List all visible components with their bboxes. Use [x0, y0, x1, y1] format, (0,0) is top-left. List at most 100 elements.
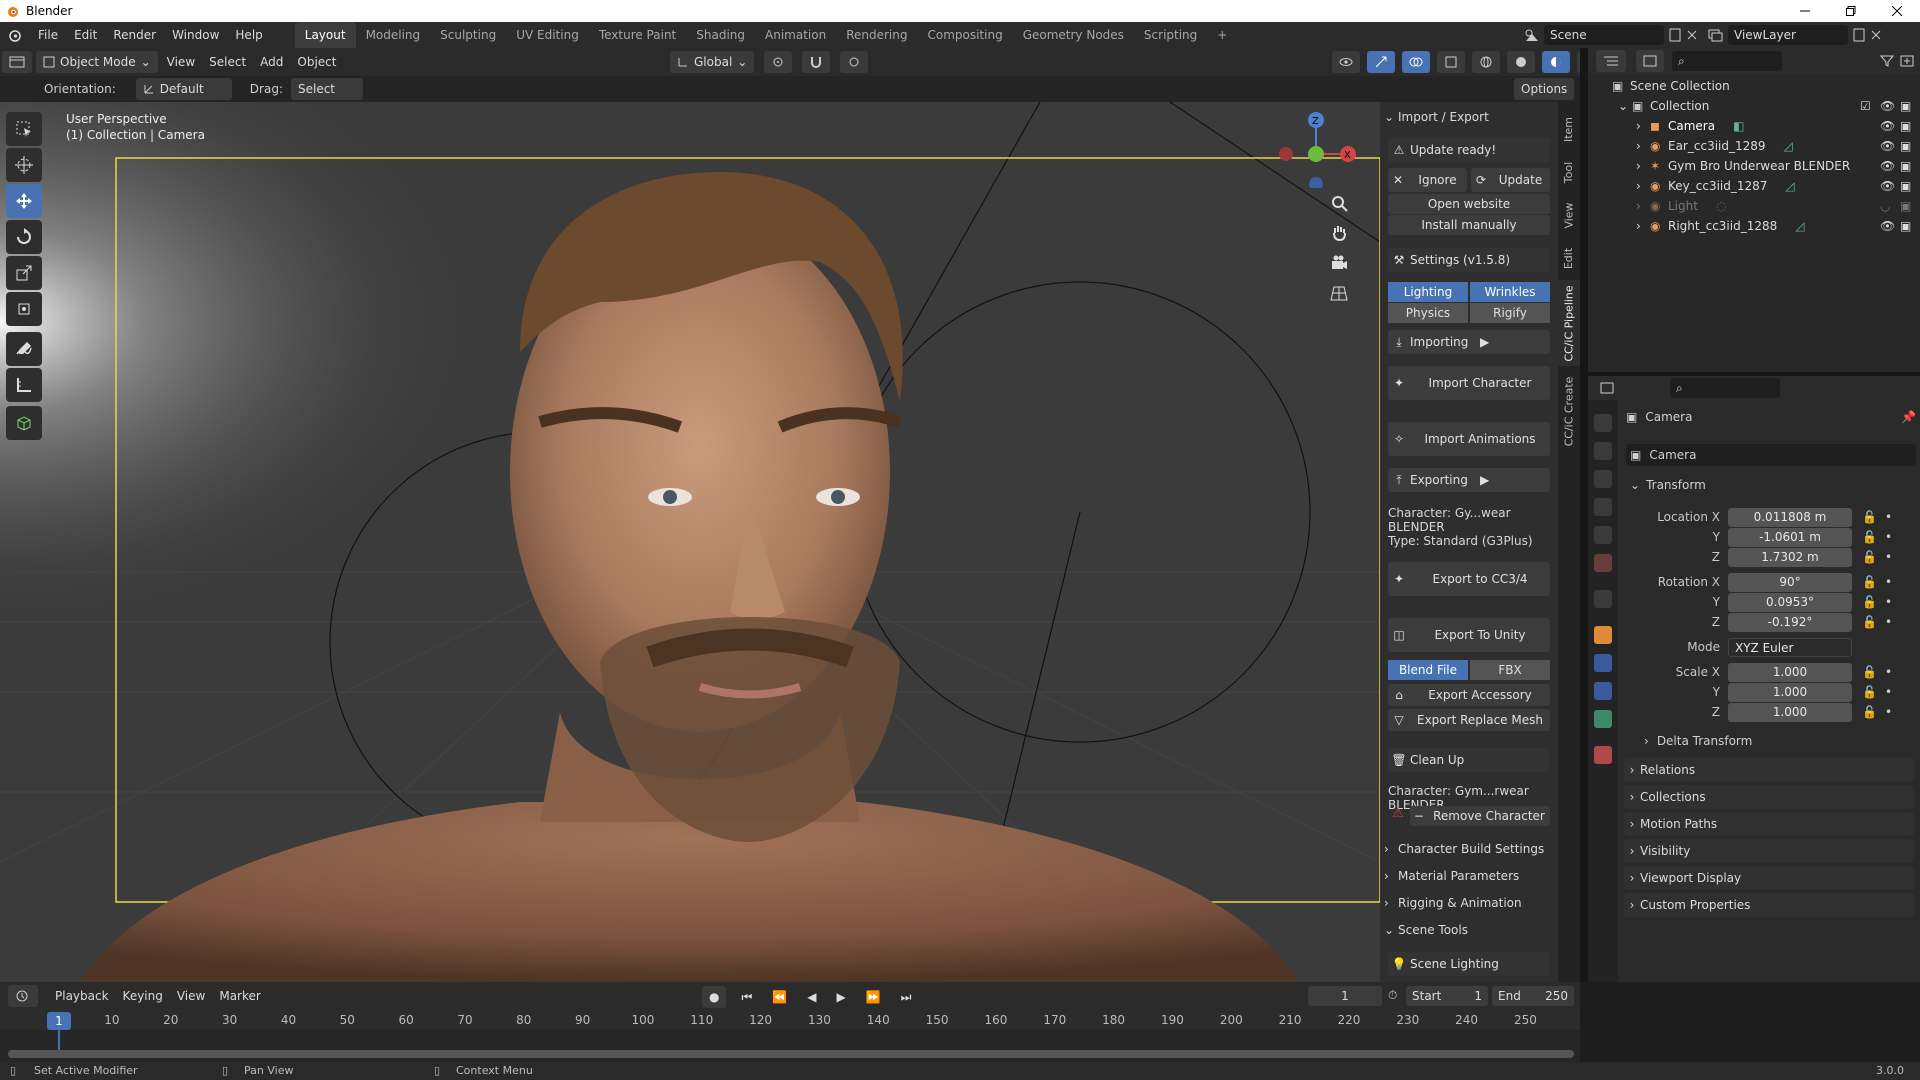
scale-tool[interactable] — [6, 256, 42, 290]
remove-view-layer-icon[interactable] — [1870, 29, 1882, 41]
menu-edit[interactable]: Edit — [66, 22, 105, 48]
menu-marker[interactable]: Marker — [212, 985, 267, 1007]
camera-render-icon[interactable]: ▣ — [1900, 219, 1911, 233]
scene-collection-row[interactable]: ▣ Scene Collection — [1588, 76, 1920, 96]
scale-y-field[interactable]: 1.000 — [1728, 682, 1852, 702]
update-button[interactable]: ⟳ Update — [1471, 168, 1550, 192]
delta-transform-header[interactable]: › Delta Transform — [1644, 734, 1752, 748]
outliner-item-camera[interactable]: › ◼ Camera ◧ 👁 ▣ — [1588, 116, 1920, 136]
menu-window[interactable]: Window — [164, 22, 227, 48]
lock-icon[interactable]: 🔓 — [1862, 575, 1877, 589]
blend-file-option[interactable]: Blend File — [1388, 660, 1468, 680]
transform-orientation-dropdown[interactable]: Global ⌄ — [670, 51, 755, 73]
tab-tool[interactable]: Tool — [1558, 152, 1580, 192]
timeline-editor-type-icon[interactable] — [8, 985, 38, 1007]
add-cube-tool[interactable] — [6, 406, 42, 440]
import-animations-button[interactable]: ✧ Import Animations — [1388, 422, 1550, 456]
tab-rendering[interactable]: Rendering — [836, 22, 917, 48]
tab-compositing[interactable]: Compositing — [917, 22, 1012, 48]
close-button[interactable] — [1874, 0, 1920, 22]
tab-sculpting[interactable]: Sculpting — [430, 22, 506, 48]
minimize-button[interactable] — [1782, 0, 1828, 22]
eye-icon[interactable]: 👁 — [1880, 119, 1895, 133]
camera-data-props-tab-icon[interactable] — [1594, 710, 1612, 728]
lock-icon[interactable]: 🔓 — [1862, 665, 1877, 679]
importing-toggle[interactable]: ⤓ Importing ▶ — [1388, 330, 1550, 354]
snap-icon[interactable] — [802, 51, 831, 73]
menu-timeline-view[interactable]: View — [170, 985, 212, 1007]
transform-tool[interactable] — [6, 292, 42, 326]
current-frame-field[interactable]: 1 — [1308, 986, 1382, 1006]
tab-cc-ic-pipeline[interactable]: CC/iC Pipeline — [1558, 280, 1580, 366]
tab-layout[interactable]: Layout — [294, 22, 356, 48]
exporting-toggle[interactable]: ⤒ Exporting ▶ — [1388, 468, 1550, 492]
menu-object[interactable]: Object — [290, 51, 343, 73]
scene-icon[interactable] — [1524, 28, 1540, 42]
menu-view[interactable]: View — [160, 51, 202, 73]
material-preview-icon[interactable] — [1542, 51, 1570, 73]
move-tool[interactable] — [6, 184, 42, 218]
overlays-toggle-icon[interactable] — [1402, 51, 1430, 73]
area-divider[interactable] — [1580, 48, 1588, 982]
toggle-wrinkles[interactable]: Wrinkles — [1470, 282, 1550, 302]
keyframe-dot-icon[interactable]: • — [1885, 665, 1892, 679]
lock-icon[interactable]: 🔓 — [1862, 510, 1877, 524]
camera-render-icon[interactable]: ▣ — [1900, 159, 1911, 173]
rotation-x-field[interactable]: 90° — [1728, 572, 1852, 592]
ignore-button[interactable]: ✕ Ignore — [1388, 168, 1467, 192]
outliner-item-gym-bro[interactable]: › ✶ Gym Bro Underwear BLENDER 👁 ▣ — [1588, 156, 1920, 176]
transform-header[interactable]: ⌄ Transform — [1630, 478, 1706, 492]
pivot-point-icon[interactable] — [764, 51, 793, 73]
export-replace-mesh-button[interactable]: ▽ Export Replace Mesh — [1388, 709, 1550, 731]
location-x-field[interactable]: 0.011808 m — [1728, 507, 1852, 527]
blender-menu-icon[interactable] — [0, 28, 30, 42]
menu-playback[interactable]: Playback — [48, 985, 116, 1007]
keyframe-dot-icon[interactable]: • — [1885, 530, 1892, 544]
location-y-field[interactable]: -1.0601 m — [1728, 527, 1852, 547]
jump-start-icon[interactable]: ⏮ — [734, 986, 759, 1008]
timeline-scrollbar[interactable] — [8, 1050, 1574, 1058]
playhead[interactable]: 1 — [47, 1012, 71, 1030]
install-manually-button[interactable]: Install manually — [1388, 215, 1550, 235]
zoom-icon[interactable] — [1330, 194, 1348, 212]
menu-keying[interactable]: Keying — [116, 985, 170, 1007]
properties-search-input[interactable]: ⌕ — [1670, 378, 1780, 398]
rotation-y-field[interactable]: 0.0953° — [1728, 592, 1852, 612]
3d-viewport[interactable]: User Perspective (1) Collection | Camera… — [0, 102, 1380, 982]
select-box-tool[interactable] — [6, 112, 42, 146]
constraints-props-tab-icon[interactable] — [1594, 682, 1612, 700]
collections-section[interactable]: › Collections — [1624, 785, 1914, 809]
open-website-button[interactable]: Open website — [1388, 194, 1550, 214]
menu-file[interactable]: File — [30, 22, 66, 48]
outliner-item-key[interactable]: › ◉ Key_cc3iid_1287 ◿ 👁 ▣ — [1588, 176, 1920, 196]
outliner-search-input[interactable]: ⌕ — [1672, 51, 1782, 71]
properties-editor-type-icon[interactable] — [1600, 382, 1614, 394]
outliner-item-right[interactable]: › ◉ Right_cc3iid_1288 ◿ 👁 ▣ — [1588, 216, 1920, 236]
measure-tool[interactable] — [6, 368, 42, 402]
tab-geometry-nodes[interactable]: Geometry Nodes — [1013, 22, 1134, 48]
eye-icon[interactable]: 👁 — [1880, 179, 1895, 193]
toggle-lighting[interactable]: Lighting — [1388, 282, 1468, 302]
tab-texture-paint[interactable]: Texture Paint — [589, 22, 686, 48]
eye-icon[interactable]: 👁 — [1880, 99, 1895, 113]
editor-type-icon[interactable] — [2, 51, 32, 73]
pan-hand-icon[interactable] — [1330, 224, 1348, 242]
view-layer-icon[interactable] — [1708, 28, 1724, 42]
visibility-selectability-icon[interactable] — [1332, 51, 1360, 73]
toggle-physics[interactable]: Physics — [1388, 303, 1468, 323]
play-icon[interactable]: ▶ — [829, 986, 852, 1008]
xray-toggle-icon[interactable] — [1437, 51, 1465, 73]
annotate-tool[interactable] — [6, 332, 42, 366]
menu-render[interactable]: Render — [105, 22, 164, 48]
timeline[interactable]: 1102030405060708090100110120130140150160… — [0, 1010, 1580, 1062]
new-view-layer-icon[interactable] — [1852, 28, 1866, 42]
material-parameters-header[interactable]: › Material Parameters — [1384, 865, 1554, 887]
keyframe-dot-icon[interactable]: • — [1885, 705, 1892, 719]
viewport-display-section[interactable]: › Viewport Display — [1624, 866, 1914, 890]
location-z-field[interactable]: 1.7302 m — [1728, 547, 1852, 567]
add-workspace-icon[interactable]: + — [1207, 22, 1237, 48]
new-collection-icon[interactable] — [1900, 55, 1914, 67]
camera-render-icon[interactable]: ▣ — [1900, 179, 1911, 193]
cursor-tool[interactable] — [6, 148, 42, 182]
keyframe-dot-icon[interactable]: • — [1885, 575, 1892, 589]
